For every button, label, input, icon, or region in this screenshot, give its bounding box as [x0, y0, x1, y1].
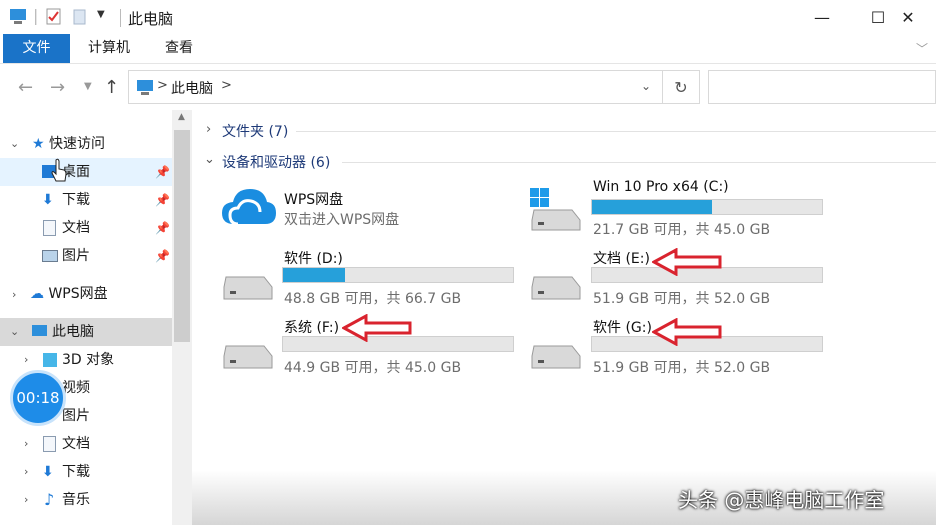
path-separator[interactable]: >	[221, 78, 232, 93]
computer-icon	[137, 80, 153, 95]
drive-e-name: 文档 (E:)	[593, 251, 650, 267]
drive-f-name: 系统 (F:)	[284, 320, 340, 336]
picture-icon	[42, 250, 58, 262]
download-icon: ⬇	[42, 192, 54, 208]
pin-icon[interactable]: 📌	[155, 158, 170, 186]
expand-icon[interactable]: ›	[206, 122, 211, 137]
recording-timer: 00:18	[10, 370, 66, 426]
expand-icon[interactable]: ›	[24, 430, 28, 458]
watermark: 头条 @惠峰电脑工作室	[678, 488, 885, 512]
drive-c-usage-fill	[592, 200, 712, 214]
drive-icon	[531, 345, 581, 369]
nav-3d-objects[interactable]: › 3D 对象	[0, 346, 172, 374]
drive-g-name: 软件 (G:)	[593, 320, 652, 336]
address-bar[interactable]: > 此电脑 > ⌄	[128, 70, 663, 104]
drive-f-space: 44.9 GB 可用，共 45.0 GB	[284, 360, 462, 376]
star-icon: ★	[32, 136, 45, 152]
expand-icon[interactable]: ›	[24, 486, 28, 514]
drive-e-space: 51.9 GB 可用，共 52.0 GB	[593, 291, 771, 307]
nav-this-pc[interactable]: ⌄ 此电脑	[0, 318, 172, 346]
collapse-icon[interactable]: ⌄	[204, 152, 215, 167]
computer-icon	[10, 9, 26, 24]
computer-icon	[32, 325, 47, 336]
annotation-arrow-icon	[652, 318, 722, 346]
drive-icon	[531, 276, 581, 300]
hand-cursor-icon	[51, 158, 67, 182]
up-button[interactable]: ↑	[104, 77, 119, 98]
minimize-button[interactable]: —	[794, 0, 850, 34]
drive-d-usage-fill	[283, 268, 346, 282]
new-folder-icon[interactable]	[73, 8, 87, 26]
drive-d-space: 48.8 GB 可用，共 66.7 GB	[284, 291, 462, 307]
download-icon: ⬇	[42, 464, 54, 480]
nav-music[interactable]: › ♪ 音乐	[0, 486, 172, 514]
tab-computer[interactable]: 计算机	[78, 34, 140, 63]
search-input[interactable]	[708, 70, 936, 104]
pin-icon[interactable]: 📌	[155, 242, 170, 270]
ribbon-tabs: 文件 计算机 查看 ﹀	[0, 34, 936, 64]
document-icon	[43, 436, 56, 452]
pin-icon[interactable]: 📌	[155, 214, 170, 242]
navigation-pane: ⌄ ★ 快速访问 桌面 📌 ⬇ 下载 📌 文档 📌 图片 📌 › ☁ WPS网盘…	[0, 110, 172, 525]
forward-button[interactable]: →	[50, 77, 65, 98]
group-drives[interactable]: 设备和驱动器 (6)	[222, 152, 330, 172]
pin-icon[interactable]: 📌	[155, 186, 170, 214]
nav-scrollbar-thumb[interactable]	[174, 130, 190, 342]
nav-pictures[interactable]: 图片 📌	[0, 242, 172, 270]
scroll-up-icon[interactable]: ▲	[178, 112, 185, 122]
properties-icon[interactable]	[46, 8, 62, 26]
nav-documents[interactable]: 文档 📌	[0, 214, 172, 242]
address-path[interactable]: 此电脑	[171, 78, 213, 98]
nav-desktop[interactable]: 桌面 📌	[0, 158, 172, 186]
nav-wps-cloud[interactable]: ☁ WPS网盘	[30, 280, 172, 308]
expand-icon[interactable]: ›	[24, 346, 28, 374]
nav-pc-downloads[interactable]: › ⬇ 下载	[0, 458, 172, 486]
wps-cloud-icon	[222, 189, 276, 226]
music-icon: ♪	[44, 490, 55, 509]
expand-ribbon-icon[interactable]: ﹀	[916, 40, 928, 57]
refresh-icon: ↻	[674, 77, 688, 97]
expand-icon[interactable]: ›	[12, 288, 16, 301]
close-button[interactable]: ✕	[880, 0, 936, 34]
title-bar: | ▼ 此电脑 — ☐ ✕	[0, 0, 936, 34]
recent-locations-button[interactable]: ▼	[84, 81, 92, 92]
document-icon	[43, 220, 56, 236]
cloud-icon: ☁	[30, 286, 44, 302]
drive-g-space: 51.9 GB 可用，共 52.0 GB	[593, 360, 771, 376]
drive-d-usage-bar	[282, 267, 514, 283]
drive-c-space: 21.7 GB 可用，共 45.0 GB	[593, 222, 771, 238]
annotation-arrow-icon	[342, 314, 412, 342]
address-dropdown-icon[interactable]: ⌄	[641, 79, 651, 93]
drive-c-name: Win 10 Pro x64 (C:)	[593, 179, 729, 195]
nav-pc-documents[interactable]: › 文档	[0, 430, 172, 458]
nav-downloads[interactable]: ⬇ 下载 📌	[0, 186, 172, 214]
content-pane: › 文件夹 (7) ⌄ 设备和驱动器 (6) WPS网盘 双击进入WPS网盘 W…	[192, 110, 936, 525]
wps-cloud-name: WPS网盘	[284, 192, 344, 208]
back-button[interactable]: ←	[18, 77, 33, 98]
expand-icon[interactable]: ›	[24, 458, 28, 486]
drive-d-name: 软件 (D:)	[284, 251, 343, 267]
collapse-icon[interactable]: ⌄	[10, 318, 19, 346]
windows-drive-icon	[530, 188, 581, 231]
wps-cloud-description: 双击进入WPS网盘	[284, 212, 400, 228]
customize-toolbar-icon[interactable]: ▼	[97, 9, 105, 20]
tab-view[interactable]: 查看	[150, 34, 208, 63]
window-title: 此电脑	[128, 10, 174, 28]
tab-file[interactable]: 文件	[3, 34, 70, 63]
cube-icon	[43, 353, 57, 367]
drive-c-usage-bar	[591, 199, 823, 215]
group-folders[interactable]: 文件夹 (7)	[222, 121, 288, 141]
nav-quick-access[interactable]: ★ 快速访问	[32, 130, 172, 158]
drive-icon	[223, 276, 273, 300]
refresh-button[interactable]: ↻	[663, 70, 700, 104]
collapse-icon[interactable]: ⌄	[10, 137, 19, 150]
annotation-arrow-icon	[652, 248, 722, 276]
path-separator[interactable]: >	[157, 78, 168, 93]
drive-icon	[223, 345, 273, 369]
